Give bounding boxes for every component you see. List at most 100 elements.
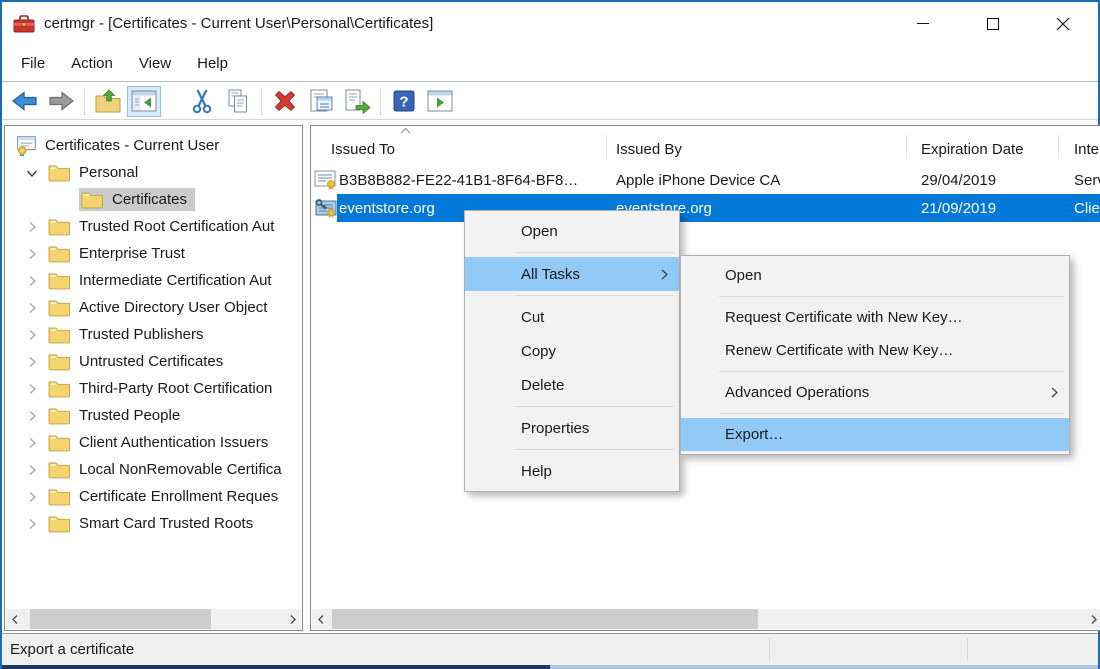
tree-horizontal-scrollbar[interactable]: [6, 609, 301, 629]
tree-item-label: Enterprise Trust: [79, 245, 185, 262]
forward-button[interactable]: [44, 86, 78, 117]
up-one-level-button[interactable]: [91, 86, 125, 117]
chevron-right-icon[interactable]: [18, 380, 46, 398]
tree-item-client-authentication-issuers[interactable]: Client Authentication Issuers: [6, 429, 301, 456]
tree-item-trusted-people[interactable]: Trusted People: [6, 402, 301, 429]
tree-item-third-party-root-certification[interactable]: Third-Party Root Certification: [6, 375, 301, 402]
folder-icon: [81, 190, 105, 209]
tree-item-enterprise-trust[interactable]: Enterprise Trust: [6, 240, 301, 267]
menu-item-request-certificate-with-new-key[interactable]: Request Certificate with New Key…: [681, 301, 1069, 334]
menu-separator: [515, 252, 674, 253]
menu-item-help[interactable]: Help: [465, 454, 679, 488]
tree-item-trusted-root-certification-aut[interactable]: Trusted Root Certification Aut: [6, 213, 301, 240]
back-button[interactable]: [8, 86, 42, 117]
tree-item-trusted-publishers[interactable]: Trusted Publishers: [6, 321, 301, 348]
console-tree-icon: [131, 90, 157, 112]
column-divider[interactable]: [606, 135, 607, 159]
column-divider[interactable]: [1058, 135, 1059, 159]
chevron-right-icon[interactable]: [18, 515, 46, 533]
chevron-right-icon[interactable]: [18, 245, 46, 263]
tree-item-label: Client Authentication Issuers: [79, 434, 268, 451]
scroll-right-icon[interactable]: [1085, 609, 1100, 629]
menu-item-delete[interactable]: Delete: [465, 368, 679, 402]
minimize-icon: [917, 23, 929, 24]
menu-item-advanced-operations[interactable]: Advanced Operations: [681, 376, 1069, 409]
menu-file[interactable]: File: [8, 49, 58, 78]
properties-button[interactable]: [304, 86, 338, 117]
close-button[interactable]: [1028, 2, 1098, 45]
chevron-right-icon[interactable]: [18, 434, 46, 452]
menu-item-properties[interactable]: Properties: [465, 411, 679, 445]
chevron-right-icon[interactable]: [18, 353, 46, 371]
all-tasks-submenu: Open Request Certificate with New Key…Ren…: [680, 255, 1070, 455]
certificate-row[interactable]: eventstore.orgeventstore.org21/09/2019Cl…: [311, 194, 1100, 222]
menu-action[interactable]: Action: [58, 49, 126, 78]
chevron-right-icon[interactable]: [18, 326, 46, 344]
delete-button[interactable]: [268, 86, 302, 117]
scroll-left-icon[interactable]: [312, 609, 329, 629]
menu-item-open[interactable]: Open: [465, 214, 679, 248]
menu-help[interactable]: Help: [184, 49, 241, 78]
submenu-arrow-icon: [660, 268, 669, 281]
menu-item-label: Open: [521, 223, 558, 240]
menu-item-all-tasks[interactable]: All Tasks: [465, 257, 679, 291]
tree-item-personal[interactable]: Personal: [6, 159, 301, 186]
show-console-tree-button[interactable]: [127, 86, 161, 117]
chevron-right-icon[interactable]: [18, 461, 46, 479]
menu-separator: [719, 371, 1064, 372]
export-list-button[interactable]: [340, 86, 374, 117]
scroll-left-icon[interactable]: [6, 609, 23, 629]
list-horizontal-scrollbar[interactable]: [312, 609, 1100, 629]
column-header-issued-by[interactable]: Issued By: [606, 126, 906, 166]
menu-item-label: Delete: [521, 377, 564, 394]
help-button[interactable]: ?: [387, 86, 421, 117]
copy-button[interactable]: [221, 86, 255, 117]
column-header-inte[interactable]: Inte: [1058, 126, 1100, 166]
list-scrollbar-thumb[interactable]: [332, 609, 758, 629]
tree-item-intermediate-certification-aut[interactable]: Intermediate Certification Aut: [6, 267, 301, 294]
tree-item-label: Certificates: [112, 191, 187, 208]
tree-item-certificates[interactable]: Certificates: [6, 186, 301, 213]
chevron-right-icon[interactable]: [18, 488, 46, 506]
menu-item-cut[interactable]: Cut: [465, 300, 679, 334]
tree-item-label: Intermediate Certification Aut: [79, 272, 272, 289]
menu-item-export[interactable]: Export…: [681, 418, 1069, 451]
svg-text:?: ?: [399, 94, 408, 111]
column-header-label: Expiration Date: [921, 141, 1024, 158]
column-header-expiration-date[interactable]: Expiration Date: [906, 126, 1058, 166]
chevron-right-icon[interactable]: [18, 272, 46, 290]
column-header-issued-to[interactable]: Issued To: [311, 126, 606, 166]
tree-item-content: Certificate Enrollment Reques: [46, 485, 286, 508]
show-action-pane-button[interactable]: [423, 86, 457, 117]
menu-item-copy[interactable]: Copy: [465, 334, 679, 368]
export-list-icon: [344, 88, 371, 114]
minimize-button[interactable]: [888, 2, 958, 45]
menu-view[interactable]: View: [126, 49, 184, 78]
maximize-button[interactable]: [958, 2, 1028, 45]
column-header-label: Inte: [1074, 141, 1099, 158]
chevron-down-icon[interactable]: [18, 164, 46, 182]
tree-item-local-nonremovable-certifica[interactable]: Local NonRemovable Certifica: [6, 456, 301, 483]
menu-item-label: Cut: [521, 309, 544, 326]
action-pane-icon: [427, 90, 453, 112]
column-divider[interactable]: [906, 135, 907, 159]
scroll-right-icon[interactable]: [284, 609, 301, 629]
tree-item-content: Enterprise Trust: [46, 242, 193, 265]
chevron-right-icon[interactable]: [18, 299, 46, 317]
menu-separator: [515, 449, 674, 450]
tree-item-untrusted-certificates[interactable]: Untrusted Certificates: [6, 348, 301, 375]
chevron-right-icon[interactable]: [18, 407, 46, 425]
cut-button[interactable]: [185, 86, 219, 117]
folder-icon: [48, 406, 72, 425]
menu-item-open[interactable]: Open: [681, 259, 1069, 292]
tree-item-label: Local NonRemovable Certifica: [79, 461, 282, 478]
tree-item-certificate-enrollment-reques[interactable]: Certificate Enrollment Reques: [6, 483, 301, 510]
chevron-right-icon[interactable]: [18, 218, 46, 236]
menu-item-renew-certificate-with-new-key[interactable]: Renew Certificate with New Key…: [681, 334, 1069, 367]
tree-item-smart-card-trusted-roots[interactable]: Smart Card Trusted Roots: [6, 510, 301, 537]
tree-scrollbar-thumb[interactable]: [30, 609, 211, 629]
tree-item-certificates-current-user[interactable]: Certificates - Current User: [6, 132, 301, 159]
tree-item-active-directory-user-object[interactable]: Active Directory User Object: [6, 294, 301, 321]
certificate-row[interactable]: B3B8B882-FE22-41B1-8F64-BF8…Apple iPhone…: [311, 166, 1100, 194]
toolbar: ?: [2, 83, 1098, 120]
